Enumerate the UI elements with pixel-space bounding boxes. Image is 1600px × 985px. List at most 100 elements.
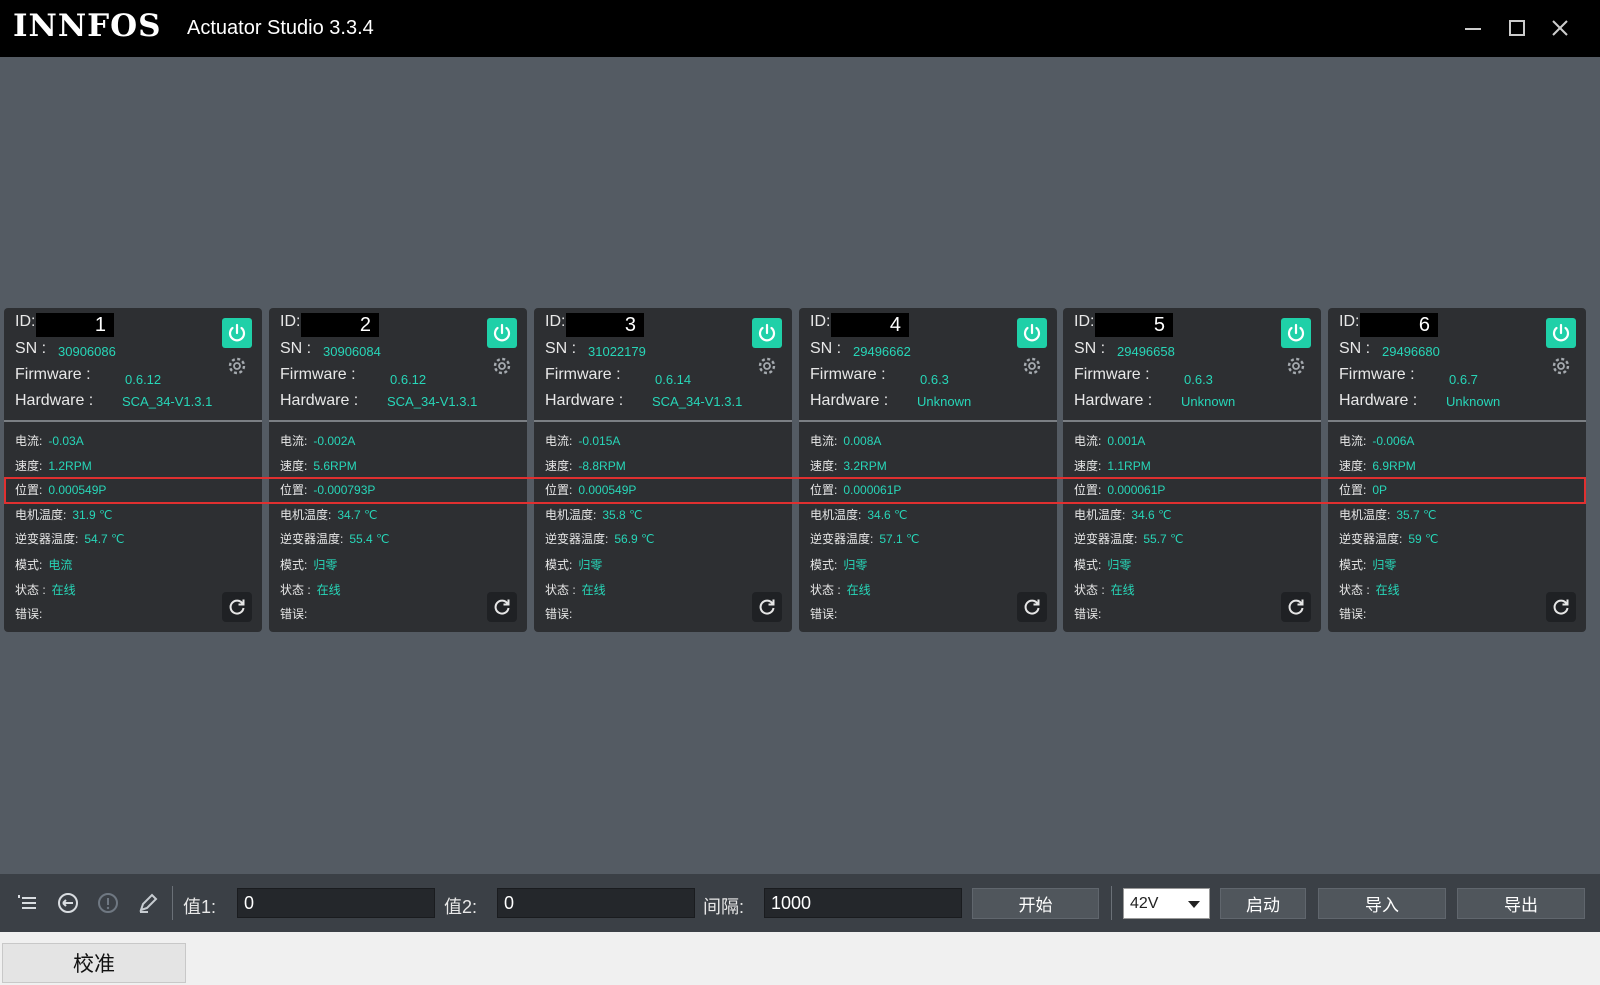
refresh-button[interactable] — [222, 592, 252, 622]
error-row: 错误: — [810, 605, 843, 622]
position-label: 位置: — [1339, 483, 1367, 497]
value1-input[interactable] — [237, 888, 435, 918]
inverter-temp-value: 55.4 ℃ — [349, 532, 390, 546]
hardware-value: Unknown — [1181, 394, 1236, 409]
power-icon — [758, 323, 776, 342]
export-button[interactable]: 导出 — [1457, 888, 1585, 919]
mode-value: 电流 — [48, 558, 73, 572]
current-label: 电流: — [1074, 434, 1102, 448]
refresh-button[interactable] — [752, 592, 782, 622]
reset-icon — [58, 893, 78, 913]
refresh-button[interactable] — [1017, 592, 1047, 622]
settings-button[interactable] — [1283, 353, 1309, 379]
edit-button[interactable] — [134, 889, 162, 917]
power-icon — [493, 323, 511, 342]
gear-icon — [493, 357, 511, 375]
refresh-button[interactable] — [1546, 592, 1576, 622]
current-label: 电流: — [1339, 434, 1367, 448]
start-button[interactable]: 开始 — [972, 888, 1099, 919]
mode-label: 模式: — [280, 558, 308, 572]
status-row: 状态 : 在线 — [545, 581, 606, 598]
info-icon — [98, 893, 118, 913]
motor-temp-value: 34.7 ℃ — [337, 508, 378, 522]
refresh-button[interactable] — [1281, 592, 1311, 622]
power-button[interactable] — [222, 318, 252, 348]
error-row: 错误: — [1339, 605, 1372, 622]
error-label: 错误: — [545, 607, 573, 621]
actuator-card-1: ID: 1 SN : 30906086 Firmware : 0.6.12 Ha… — [4, 308, 262, 632]
power-button[interactable] — [1017, 318, 1047, 348]
motor-temp-label: 电机温度: — [1074, 508, 1126, 522]
minimize-button[interactable] — [1458, 14, 1488, 42]
actuator-card-3: ID: 3 SN : 31022179 Firmware : 0.6.14 Ha… — [534, 308, 792, 632]
power-button[interactable] — [487, 318, 517, 348]
sn-label: SN : — [280, 340, 312, 357]
status-label: 状态 : — [280, 583, 311, 597]
id-value[interactable]: 5 — [1095, 313, 1173, 337]
info-button[interactable] — [94, 889, 122, 917]
import-button[interactable]: 导入 — [1318, 888, 1446, 919]
id-label: ID: — [1339, 313, 1360, 330]
firmware-label: Firmware : — [545, 366, 621, 383]
sn-label: SN : — [545, 340, 577, 357]
settings-button[interactable] — [754, 353, 780, 379]
list-button[interactable] — [14, 889, 42, 917]
close-button[interactable] — [1545, 14, 1575, 42]
interval-input[interactable] — [764, 888, 962, 918]
launch-button[interactable]: 启动 — [1220, 888, 1306, 919]
settings-button[interactable] — [489, 353, 515, 379]
id-label: ID: — [15, 313, 36, 330]
settings-button[interactable] — [1019, 353, 1045, 379]
settings-button[interactable] — [224, 353, 250, 379]
status-value: 在线 — [51, 583, 76, 597]
inverter-temp-row: 逆变器温度: 54.7 ℃ — [15, 530, 125, 547]
status-row: 状态 : 在线 — [810, 581, 871, 598]
position-value: 0.000549P — [578, 483, 637, 497]
refresh-icon — [1553, 599, 1569, 615]
power-button[interactable] — [1546, 318, 1576, 348]
actuator-card-2: ID: 2 SN : 30906084 Firmware : 0.6.12 Ha… — [269, 308, 527, 632]
status-label: 状态 : — [15, 583, 46, 597]
value1-label: 值1: — [183, 897, 217, 917]
mode-label: 模式: — [1339, 558, 1367, 572]
actuator-card-5: ID: 5 SN : 29496658 Firmware : 0.6.3 Har… — [1063, 308, 1321, 632]
hardware-label: Hardware : — [1339, 392, 1418, 409]
toolbar-divider — [172, 886, 173, 920]
error-label: 错误: — [15, 607, 43, 621]
voltage-value: 42V — [1130, 895, 1159, 912]
motor-temp-value: 31.9 ℃ — [72, 508, 113, 522]
error-label: 错误: — [1339, 607, 1367, 621]
id-value[interactable]: 4 — [831, 313, 909, 337]
title-bar: INNFOS Actuator Studio 3.3.4 — [0, 0, 1600, 57]
status-row: 状态 : 在线 — [1339, 581, 1400, 598]
power-button[interactable] — [752, 318, 782, 348]
id-value[interactable]: 3 — [566, 313, 644, 337]
motor-temp-row: 电机温度: 34.6 ℃ — [1074, 506, 1172, 523]
refresh-button[interactable] — [487, 592, 517, 622]
maximize-button[interactable] — [1502, 14, 1532, 42]
calibrate-button[interactable]: 校准 — [2, 943, 186, 983]
power-button[interactable] — [1281, 318, 1311, 348]
id-value[interactable]: 6 — [1360, 313, 1438, 337]
position-row: 位置: 0.000549P — [545, 481, 636, 498]
hardware-value: Unknown — [917, 394, 972, 409]
speed-value: -8.8RPM — [578, 459, 626, 473]
mode-value: 归零 — [843, 558, 868, 572]
id-label: ID: — [810, 313, 831, 330]
value2-input[interactable] — [497, 888, 695, 918]
position-label: 位置: — [15, 483, 43, 497]
speed-value: 3.2RPM — [843, 459, 887, 473]
minimize-icon — [1465, 28, 1481, 30]
position-label: 位置: — [545, 483, 573, 497]
reset-button[interactable] — [54, 889, 82, 917]
motor-temp-row: 电机温度: 34.6 ℃ — [810, 506, 908, 523]
id-value[interactable]: 2 — [301, 313, 379, 337]
actuator-card-4: ID: 4 SN : 29496662 Firmware : 0.6.3 Har… — [799, 308, 1057, 632]
settings-button[interactable] — [1548, 353, 1574, 379]
id-value[interactable]: 1 — [36, 313, 114, 337]
position-row: 位置: 0P — [1339, 481, 1387, 498]
sn-value: 29496662 — [853, 344, 911, 359]
speed-value: 5.6RPM — [313, 459, 357, 473]
voltage-select[interactable]: 42V — [1123, 888, 1210, 919]
sn-label: SN : — [15, 340, 47, 357]
